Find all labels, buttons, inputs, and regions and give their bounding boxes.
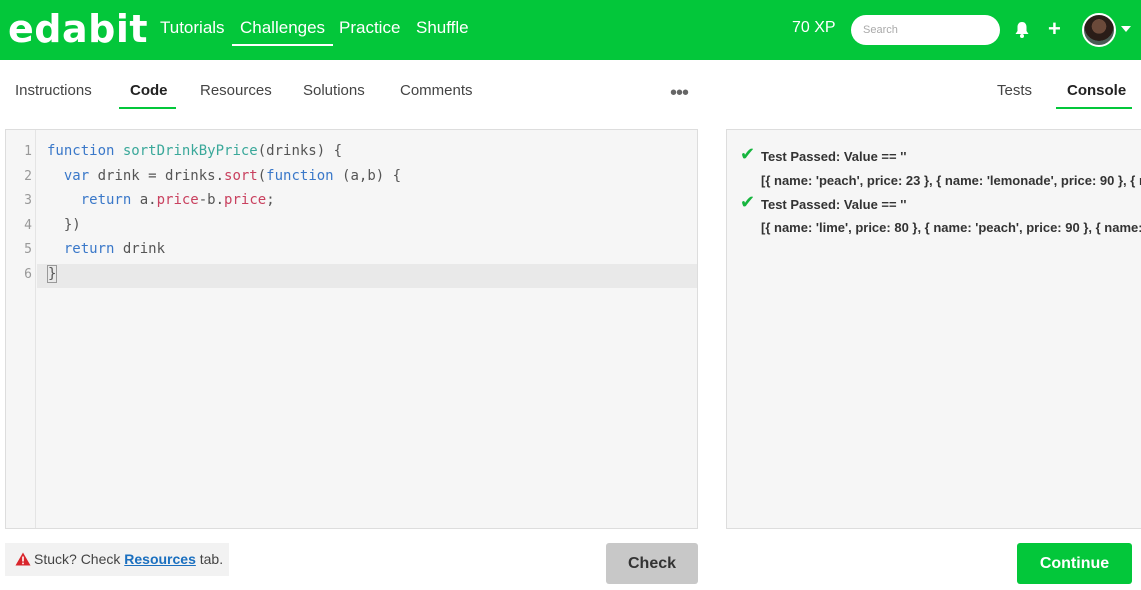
stuck-prefix: Stuck? Check — [34, 551, 125, 567]
check-button[interactable]: Check — [606, 543, 698, 584]
code-line[interactable]: function sortDrinkByPrice(drinks) { — [47, 143, 342, 159]
tab-instructions[interactable]: Instructions — [15, 82, 92, 99]
test-result-title: Test Passed: Value == '' — [761, 149, 907, 164]
top-navbar: edabit Tutorials Challenges Practice Shu… — [0, 0, 1141, 60]
test-result-value: [{ name: 'peach', price: 23 }, { name: '… — [761, 173, 1141, 188]
line-number: 3 — [24, 193, 32, 208]
code-line[interactable]: }) — [47, 217, 81, 233]
xp-counter: 70 XP — [792, 19, 836, 36]
search-input[interactable] — [851, 15, 1000, 45]
stuck-hint: Stuck? Check Resources tab. — [5, 543, 229, 576]
code-line[interactable]: var drink = drinks.sort(function (a,b) { — [47, 168, 401, 184]
nav-tutorials[interactable]: Tutorials — [160, 18, 225, 38]
code-line[interactable]: } — [47, 265, 58, 283]
stuck-suffix: tab. — [195, 551, 224, 567]
bell-icon[interactable] — [1014, 21, 1030, 39]
console-panel: ✔ Test Passed: Value == '' [{ name: 'pea… — [726, 129, 1141, 529]
line-number: 6 — [24, 267, 32, 282]
nav-challenges[interactable]: Challenges — [231, 18, 334, 46]
line-gutter: 1 2 3 4 5 6 — [6, 130, 36, 528]
tab-resources[interactable]: Resources — [200, 82, 272, 99]
tab-code-underline — [119, 107, 176, 109]
line-number: 2 — [24, 169, 32, 184]
code-line[interactable]: return drink — [47, 241, 165, 257]
check-icon: ✔ — [740, 192, 756, 212]
logo[interactable]: edabit — [8, 7, 148, 51]
code-line[interactable]: return a.price-b.price; — [47, 192, 275, 208]
warning-icon — [15, 552, 31, 566]
test-result-title: Test Passed: Value == '' — [761, 197, 907, 212]
code-editor[interactable]: 1 2 3 4 5 6 function sortDrinkByPrice(dr… — [5, 129, 698, 529]
check-icon: ✔ — [740, 144, 756, 164]
nav-shuffle[interactable]: Shuffle — [416, 18, 469, 38]
avatar[interactable] — [1082, 13, 1116, 47]
tab-comments[interactable]: Comments — [400, 82, 473, 99]
nav-practice[interactable]: Practice — [339, 18, 400, 38]
line-number: 5 — [24, 242, 32, 257]
tab-code[interactable]: Code — [130, 82, 168, 99]
line-number: 1 — [24, 144, 32, 159]
test-result-value: [{ name: 'lime', price: 80 }, { name: 'p… — [761, 220, 1141, 235]
continue-button[interactable]: Continue — [1017, 543, 1132, 584]
active-line-highlight — [37, 264, 697, 288]
tab-console-underline — [1056, 107, 1132, 109]
line-number: 4 — [24, 218, 32, 233]
more-options-icon[interactable]: ••• — [670, 83, 689, 103]
tab-tests[interactable]: Tests — [997, 82, 1032, 99]
plus-icon[interactable]: + — [1048, 18, 1064, 40]
resources-link[interactable]: Resources — [124, 551, 196, 567]
tab-solutions[interactable]: Solutions — [303, 82, 365, 99]
chevron-down-icon[interactable] — [1121, 26, 1131, 32]
tab-console[interactable]: Console — [1067, 82, 1126, 99]
